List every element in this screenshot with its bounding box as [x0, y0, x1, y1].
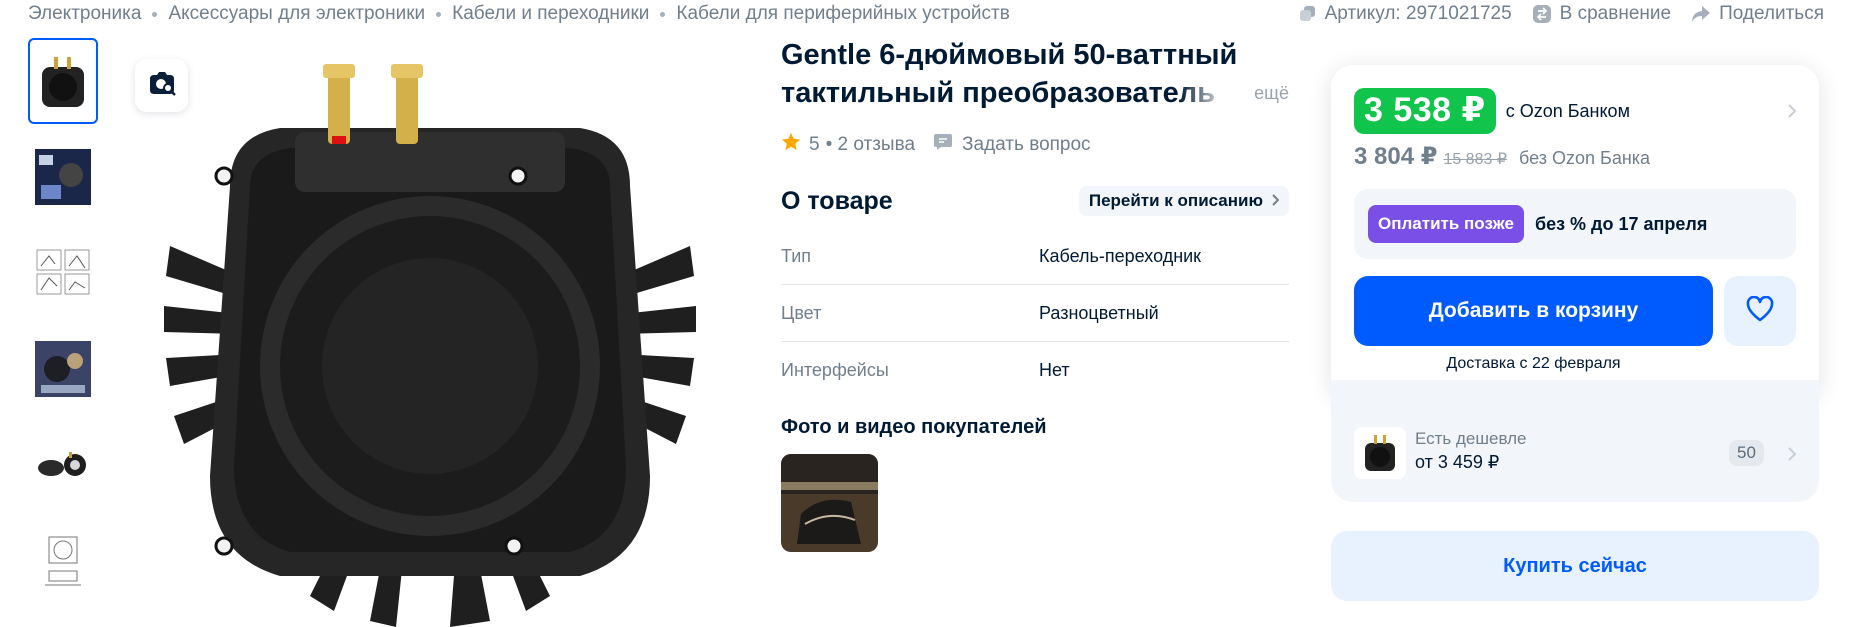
breadcrumb-item[interactable]: Кабели для периферийных устройств — [676, 3, 1009, 25]
goto-description-label: Перейти к описанию — [1088, 191, 1263, 210]
goto-description-button[interactable]: Перейти к описанию — [1078, 186, 1289, 216]
thumbnail-4[interactable] — [28, 326, 98, 412]
bank-price-row[interactable]: 3 538 ₽ с Ozon Банком — [1354, 88, 1630, 134]
price-card: 3 538 ₽ с Ozon Банком 3 804 ₽ 15 883 ₽ б… — [1331, 65, 1819, 399]
add-to-cart-button[interactable]: Добавить в корзину — [1354, 276, 1713, 346]
spec-key: Цвет — [781, 302, 822, 323]
copy-icon — [1299, 5, 1317, 23]
thumbnail-2[interactable] — [28, 134, 98, 220]
spec-row: Интерфейсы Нет — [781, 342, 1289, 399]
spec-value: Разноцветный — [1039, 302, 1159, 323]
cheaper-count-badge: 50 — [1729, 440, 1764, 466]
main-product-image[interactable] — [130, 36, 730, 627]
breadcrumb-item[interactable]: Кабели и переходники — [452, 3, 649, 25]
breadcrumb-separator — [152, 11, 158, 17]
specs-table: Тип Кабель-переходник Цвет Разноцветный … — [781, 228, 1289, 399]
rating-value[interactable]: 5 — [809, 134, 820, 156]
breadcrumb-item[interactable]: Аксессуары для электроники — [168, 3, 425, 25]
thumbnail-list — [28, 38, 100, 614]
spec-row: Цвет Разноцветный — [781, 285, 1289, 342]
regular-price-label: без Ozon Банка — [1519, 148, 1651, 168]
thumbnail-3[interactable] — [28, 230, 98, 316]
article-copy[interactable]: Артикул: 2971021725 — [1299, 3, 1512, 25]
breadcrumb-separator — [660, 11, 666, 17]
title-block: Gentle 6-дюймовый 50-ваттный тактильный … — [781, 36, 1289, 116]
product-info: Gentle 6-дюймовый 50-ваттный тактильный … — [781, 36, 1289, 552]
bank-price: 3 538 ₽ — [1354, 88, 1496, 134]
buy-now-button[interactable]: Купить сейчас — [1331, 531, 1819, 601]
regular-price-row: 3 804 ₽ 15 883 ₽ без Ozon Банка — [1354, 142, 1650, 171]
ask-question-label: Задать вопрос — [962, 134, 1091, 155]
pay-later-button[interactable]: Оплатить позже — [1368, 205, 1524, 243]
compare-icon — [1532, 4, 1552, 24]
customer-photo[interactable] — [781, 454, 878, 552]
spec-row: Тип Кабель-переходник — [781, 228, 1289, 285]
breadcrumb-separator — [436, 11, 442, 17]
old-price: 15 883 ₽ — [1443, 151, 1507, 168]
compare-button[interactable]: В сравнение — [1532, 3, 1671, 25]
chat-icon — [933, 133, 953, 157]
cheaper-label: Есть дешевле — [1415, 429, 1527, 448]
cheaper-offers[interactable]: Есть дешевле от 3 459 ₽ 50 — [1331, 380, 1819, 502]
delivery-info: Доставка с 22 февраля — [1446, 355, 1621, 372]
photo-search-icon — [147, 70, 177, 101]
pay-later-block[interactable]: Оплатить позже без % до 17 апреля — [1354, 189, 1796, 259]
about-title: О товаре — [781, 186, 893, 215]
about-header: О товаре Перейти к описанию — [781, 184, 1289, 218]
breadcrumb-item[interactable]: Электроника — [28, 3, 141, 25]
customer-photos-title: Фото и видео покупателей — [781, 416, 1047, 438]
chevron-right-icon — [1271, 191, 1280, 211]
thumbnail-6[interactable] — [28, 518, 98, 604]
title-fade: ещё — [1179, 74, 1289, 112]
favorite-button[interactable] — [1724, 276, 1796, 346]
share-icon — [1691, 5, 1711, 23]
thumbnail-5[interactable] — [28, 422, 98, 508]
spec-value: Нет — [1039, 360, 1070, 380]
breadcrumb: Электроника Аксессуары для электроники К… — [28, 2, 1010, 26]
share-label: Поделиться — [1719, 3, 1824, 24]
chevron-right-icon — [1787, 446, 1797, 467]
compare-label: В сравнение — [1559, 3, 1672, 24]
thumbnail-1[interactable] — [28, 38, 98, 124]
regular-price: 3 804 ₽ — [1354, 143, 1438, 170]
cheaper-thumbnail — [1354, 427, 1406, 479]
heart-icon — [1746, 295, 1774, 327]
top-actions: Артикул: 2971021725 В сравнение Поделить… — [1299, 2, 1824, 26]
ask-question-button[interactable]: Задать вопрос — [933, 133, 1091, 157]
reviews-count[interactable]: • 2 отзыва — [826, 134, 915, 156]
spec-key: Интерфейсы — [781, 360, 889, 380]
spec-value: Кабель-переходник — [1039, 245, 1202, 266]
title-more-link[interactable]: ещё — [1254, 83, 1289, 104]
cheaper-price: от 3 459 ₽ — [1415, 452, 1500, 472]
article-number: Артикул: 2971021725 — [1324, 3, 1512, 24]
photo-search-button[interactable] — [135, 59, 188, 112]
rating-row: 5 • 2 отзыва Задать вопрос — [781, 132, 1289, 158]
chevron-right-icon[interactable] — [1787, 103, 1797, 124]
spec-key: Тип — [781, 245, 812, 266]
share-button[interactable]: Поделиться — [1691, 3, 1824, 25]
bank-price-label: с Ozon Банком — [1505, 100, 1630, 121]
star-icon — [781, 132, 801, 158]
pay-later-text: без % до 17 апреля — [1534, 213, 1708, 234]
